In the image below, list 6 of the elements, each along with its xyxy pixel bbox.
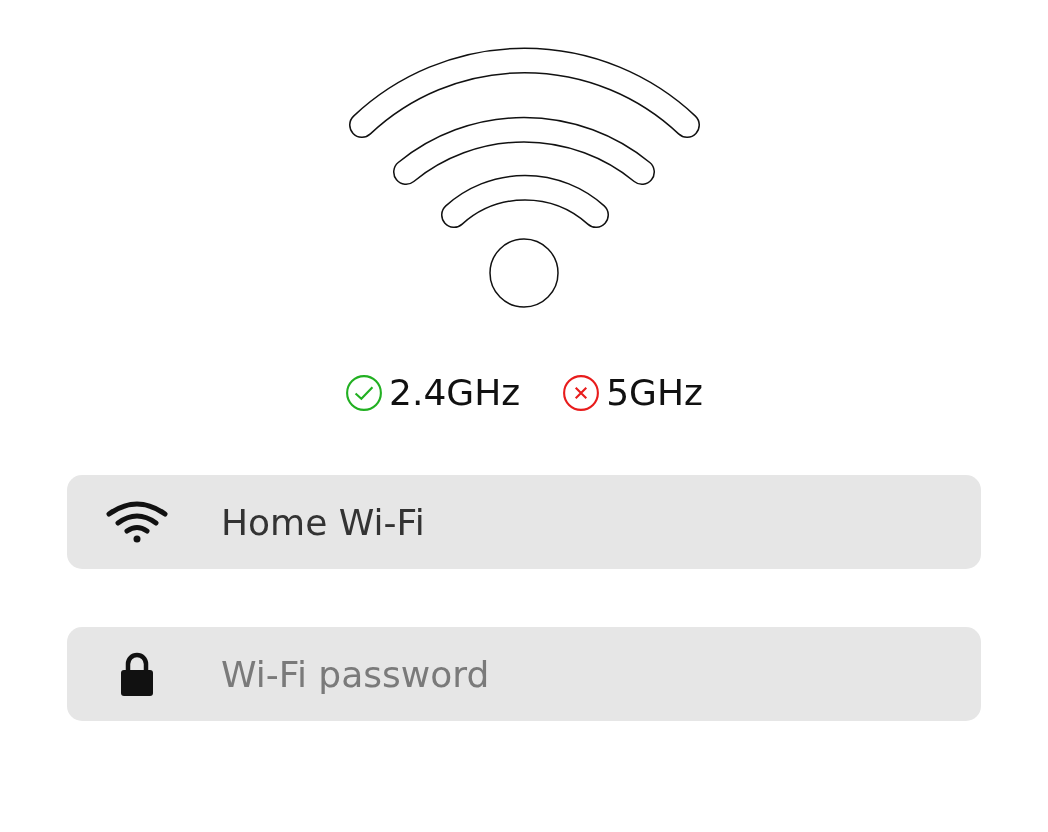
- lock-icon: [120, 651, 154, 697]
- band-label: 2.4GHz: [389, 372, 521, 413]
- band-label: 5GHz: [606, 372, 703, 413]
- password-field[interactable]: Wi-Fi password: [67, 627, 981, 721]
- wifi-icon: [105, 500, 169, 544]
- network-name-field[interactable]: Home Wi-Fi: [67, 475, 981, 569]
